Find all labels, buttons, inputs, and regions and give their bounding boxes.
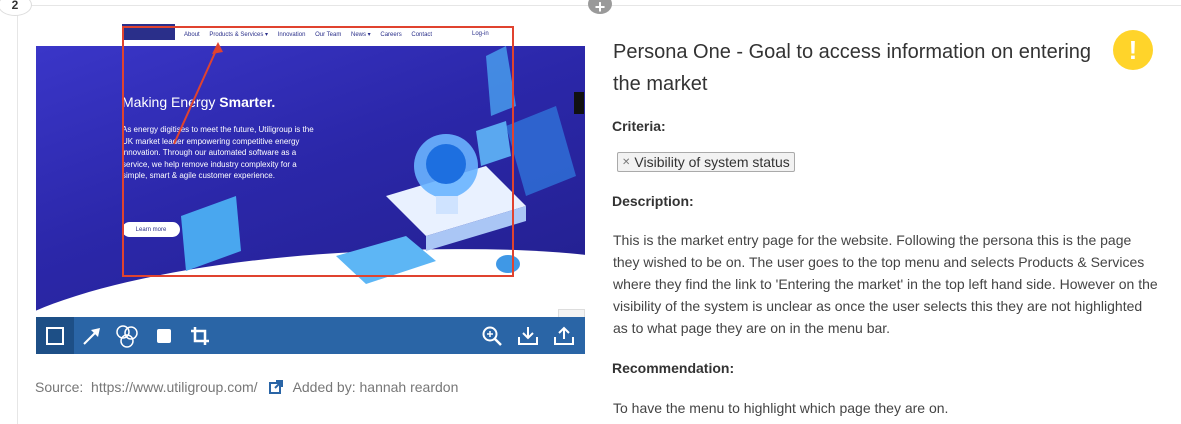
zoom-in-icon[interactable] — [480, 324, 504, 348]
annotated-screenshot: Making Energy Smarter. As energy digitis… — [36, 24, 585, 317]
fill-tool-icon[interactable] — [152, 324, 176, 348]
download-icon[interactable] — [516, 324, 540, 348]
finding-number-badge: 2 — [0, 0, 32, 16]
rectangle-tool-icon[interactable] — [43, 324, 67, 348]
number-tool-icon[interactable] — [115, 324, 139, 348]
timeline-rule — [17, 14, 18, 424]
source-label: Source: — [35, 379, 84, 395]
source-url[interactable]: https://www.utiligroup.com/ — [91, 379, 258, 395]
added-by: Added by: hannah reardon — [292, 379, 459, 395]
upload-icon[interactable] — [552, 324, 576, 348]
criteria-label: Criteria: — [612, 118, 666, 134]
arrow-tool-icon[interactable] — [80, 324, 104, 348]
warning-icon: ! — [1113, 30, 1153, 70]
criteria-tag[interactable]: ✕ Visibility of system status — [617, 152, 795, 172]
crop-tool-icon[interactable] — [188, 324, 212, 348]
description-label: Description: — [612, 193, 694, 209]
criteria-tag-label: Visibility of system status — [634, 154, 790, 170]
external-link-icon[interactable] — [269, 380, 284, 397]
add-finding-button[interactable]: + — [588, 0, 612, 16]
source-line: Source: https://www.utiligroup.com/ Adde… — [35, 379, 458, 397]
annotation-toolbar — [36, 317, 585, 354]
recommendation-label: Recommendation: — [612, 360, 735, 376]
finding-title: Persona One - Goal to access information… — [613, 41, 1092, 95]
recommendation-text: To have the menu to highlight which page… — [613, 400, 949, 416]
description-text: This is the market entry page for the we… — [613, 232, 1158, 336]
annotation-arrow[interactable] — [36, 24, 585, 317]
remove-tag-icon[interactable]: ✕ — [622, 157, 630, 168]
